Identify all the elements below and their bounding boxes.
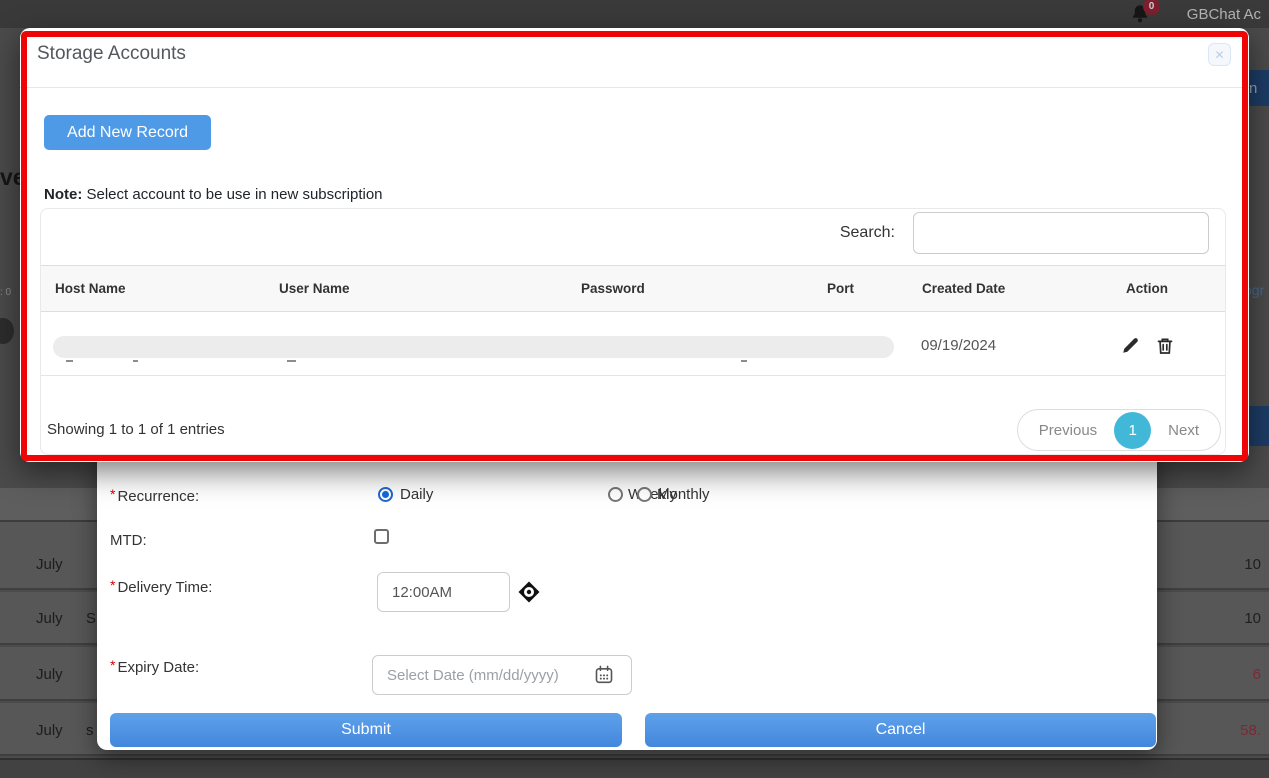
pagination-next[interactable]: Next [1151,422,1216,439]
edit-icon[interactable] [1121,337,1139,355]
redacted-text-mark [133,360,138,362]
pagination-page-1[interactable]: 1 [1114,412,1151,449]
mtd-checkbox[interactable] [374,529,389,544]
radio-daily[interactable] [378,487,393,502]
column-header-password[interactable]: Password [581,281,645,296]
cancel-button[interactable]: Cancel [645,713,1156,747]
cell-fragment: s [86,722,94,739]
delivery-time-input[interactable] [377,572,510,612]
radio-monthly[interactable] [637,487,652,502]
background-text-fragment: : 0 [0,287,11,298]
column-header-port[interactable]: Port [827,281,854,296]
cell-qa-score: 10 [1244,610,1261,627]
cell-month: July [36,722,63,739]
column-header-action[interactable]: Action [1126,281,1168,296]
mtd-label: MTD: [110,532,147,549]
background-avatar-fragment [0,318,14,344]
required-asterisk: * [110,577,115,593]
cell-qa-score: 6 [1253,666,1261,683]
cell-month: July [36,666,63,683]
column-header-user-name[interactable]: User Name [279,281,350,296]
subscription-form-panel: *Recurrence: Daily Weekly Monthly MTD: *… [97,440,1157,750]
recurrence-label: *Recurrence: [110,486,199,505]
radio-monthly-label[interactable]: Monthly [657,486,710,503]
redacted-text-mark [287,360,296,362]
table-header-row: Host Name User Name Password Port Create… [41,265,1225,312]
delete-icon[interactable] [1156,337,1174,355]
note-text: Note: Select account to be use in new su… [44,186,383,203]
cell-created-date: 09/19/2024 [921,337,996,354]
column-header-host-name[interactable]: Host Name [55,281,126,296]
delivery-time-label: *Delivery Time: [110,577,212,596]
redacted-text-mark [741,360,747,362]
search-label: Search: [840,224,895,242]
submit-button[interactable]: Submit [110,713,622,747]
modal-title: Storage Accounts [37,43,186,65]
column-header-created-date[interactable]: Created Date [922,281,1005,296]
expiry-date-label: *Expiry Date: [110,657,199,676]
cell-qa-score: 58. [1240,722,1261,739]
expiry-date-input[interactable] [372,655,632,695]
required-asterisk: * [110,486,115,502]
required-asterisk: * [110,657,115,673]
note-label: Note: [44,186,82,203]
divider [20,87,1249,88]
close-icon[interactable]: ✕ [1208,43,1231,66]
pagination: Previous 1 Next [1017,409,1221,451]
notification-badge: 0 [1143,0,1160,15]
cell-month: July [36,556,63,573]
cell-qa-score: 10 [1244,556,1261,573]
time-picker-icon[interactable] [518,581,540,603]
storage-table-card: Search: Host Name User Name Password Por… [40,208,1226,455]
search-input[interactable] [913,212,1209,254]
cell-month: July [36,610,63,627]
background-button-fragment: n [1246,70,1269,106]
storage-accounts-modal: Storage Accounts ✕ Add New Record Note: … [20,28,1249,462]
cell-fragment: S [86,610,96,627]
brand-text: GBChat Ac [1187,6,1261,23]
redacted-credentials-bar [53,336,894,358]
pagination-previous[interactable]: Previous [1022,422,1114,439]
redacted-text-mark [66,360,73,362]
entries-summary: Showing 1 to 1 of 1 entries [47,421,225,438]
calendar-icon[interactable] [594,665,614,685]
add-new-record-button[interactable]: Add New Record [44,115,211,150]
radio-daily-label[interactable]: Daily [400,486,433,503]
background-footer-strip [0,758,1269,778]
screen: 0 GBChat Ac ve : 0 n ogr Month QA Scores… [0,0,1269,778]
table-row[interactable]: 09/19/2024 [41,312,1225,376]
radio-weekly[interactable] [608,487,623,502]
top-bar: 0 GBChat Ac [0,0,1269,28]
